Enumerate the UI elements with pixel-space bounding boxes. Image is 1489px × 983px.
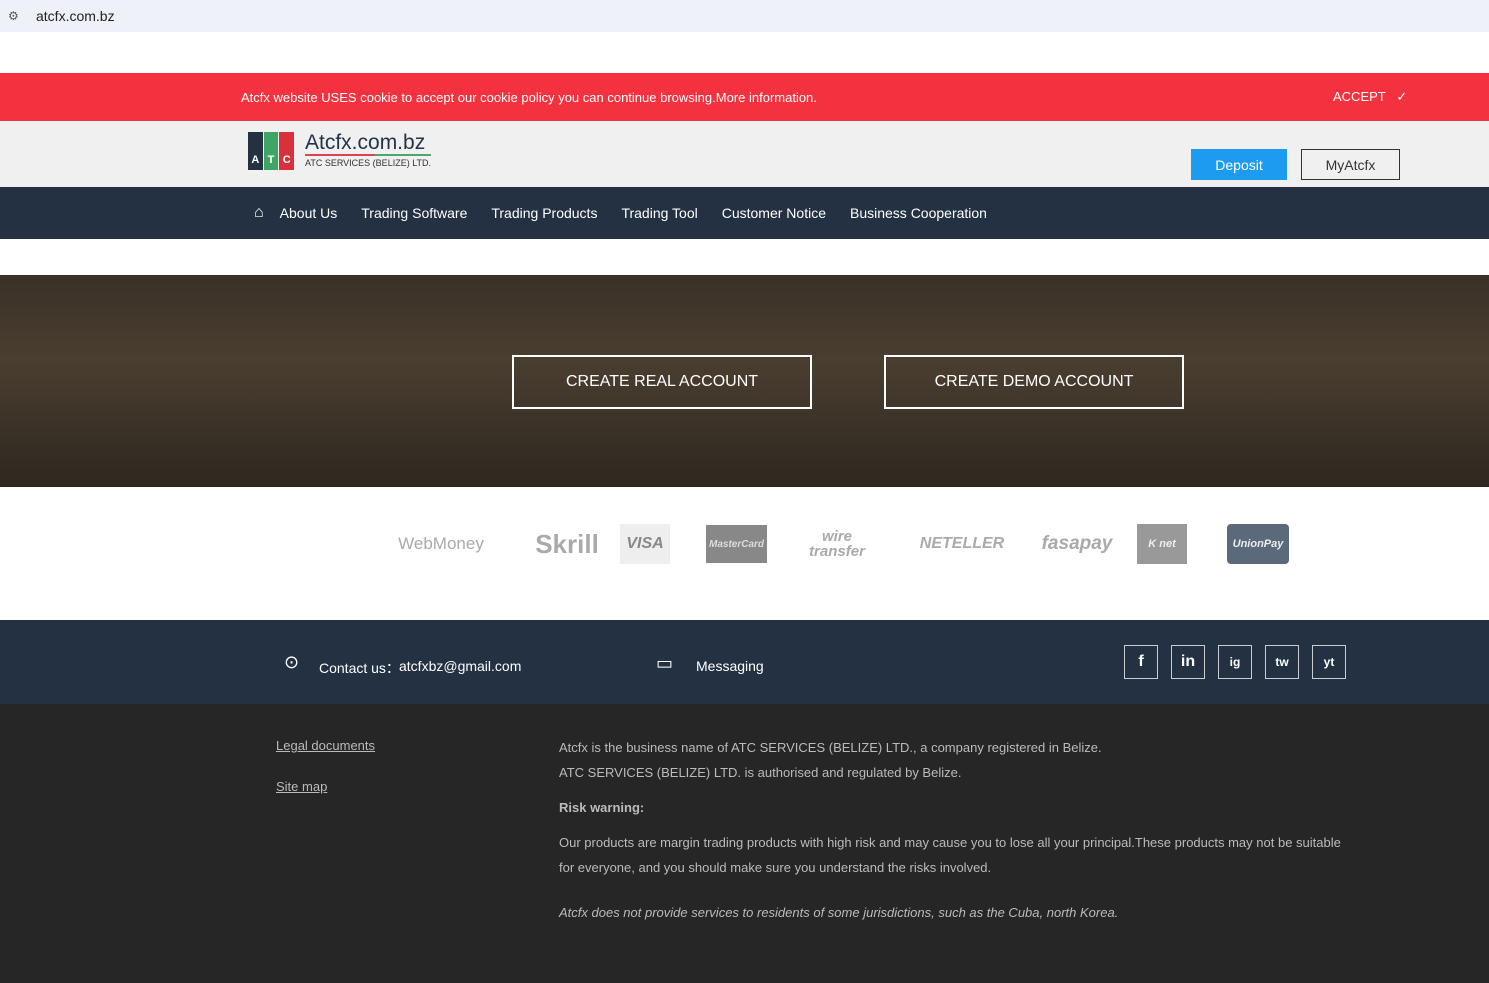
nav-trading-products[interactable]: Trading Products: [491, 205, 597, 221]
create-real-account-button[interactable]: CREATE REAL ACCOUNT: [512, 355, 812, 409]
deposit-button[interactable]: Deposit: [1191, 149, 1287, 180]
create-demo-account-button[interactable]: CREATE DEMO ACCOUNT: [884, 355, 1184, 409]
footer-regulation-line: ATC SERVICES (BELIZE) LTD. is authorised…: [559, 765, 962, 780]
legal-documents-link[interactable]: Legal documents: [276, 738, 375, 753]
twitter-icon[interactable]: tw: [1265, 645, 1299, 679]
facebook-icon[interactable]: f: [1124, 645, 1158, 679]
instagram-icon[interactable]: ig: [1218, 645, 1252, 679]
jurisdiction-notice: Atcfx does not provide services to resid…: [559, 905, 1119, 920]
contact-label: Contact us：: [319, 660, 400, 676]
site-settings-icon[interactable]: ⚙: [8, 9, 24, 23]
logo-letter: C: [279, 132, 295, 170]
payment-methods: WebMoney Skrill VISA MasterCard wire tra…: [368, 524, 1289, 564]
logo-mark: A T C: [248, 132, 295, 170]
knet-logo: K net: [1137, 524, 1187, 564]
messaging-link[interactable]: Messaging: [696, 658, 764, 674]
site-map-link[interactable]: Site map: [276, 779, 327, 794]
webmoney-logo: WebMoney: [398, 534, 484, 553]
logo[interactable]: A T C Atcfx.com.bz ATC SERVICES (BELIZE) …: [248, 132, 432, 170]
logo-letter: T: [263, 132, 279, 170]
footer-company-line: Atcfx is the business name of ATC SERVIC…: [559, 740, 1102, 755]
risk-warning-title: Risk warning:: [559, 800, 645, 815]
logo-subtitle: ATC SERVICES (BELIZE) LTD.: [305, 158, 432, 168]
logo-letter: A: [248, 132, 263, 170]
nav-about-us[interactable]: About Us: [280, 205, 338, 221]
location-pin-icon: ⊙: [284, 652, 300, 672]
chat-icon: ▭: [656, 653, 674, 673]
nav-trading-software[interactable]: Trading Software: [361, 205, 467, 221]
address-bar[interactable]: ⚙ atcfx.com.bz: [0, 0, 1489, 32]
nav-customer-notice[interactable]: Customer Notice: [722, 205, 826, 221]
nav-trading-tool[interactable]: Trading Tool: [621, 205, 697, 221]
accept-cookie-button[interactable]: ACCEPT ✓: [1333, 89, 1407, 105]
contact-email[interactable]: atcfxbz@gmail.com: [399, 658, 521, 674]
check-icon: ✓: [1396, 89, 1408, 104]
logo-title: Atcfx.com.bz: [305, 132, 432, 156]
skrill-logo: Skrill: [535, 528, 599, 559]
main-nav: ⌂ About Us Trading Software Trading Prod…: [0, 187, 1489, 239]
wire-transfer-logo: wire transfer: [809, 528, 865, 560]
header: A T C Atcfx.com.bz ATC SERVICES (BELIZE) …: [0, 121, 1489, 187]
youtube-icon[interactable]: yt: [1312, 645, 1346, 679]
risk-warning-text: Our products are margin trading products…: [559, 835, 1341, 875]
mastercard-logo: MasterCard: [706, 525, 767, 563]
linkedin-icon[interactable]: in: [1171, 645, 1205, 679]
unionpay-logo: UnionPay: [1227, 524, 1289, 564]
cookie-banner: Atcfx website USES cookie to accept our …: [0, 73, 1489, 121]
visa-logo: VISA: [620, 524, 670, 564]
home-icon[interactable]: ⌂: [254, 204, 264, 222]
neteller-logo: NETELLER: [919, 535, 1005, 552]
cookie-message[interactable]: Atcfx website USES cookie to accept our …: [241, 90, 817, 105]
url-text: atcfx.com.bz: [36, 8, 115, 24]
nav-business-cooperation[interactable]: Business Cooperation: [850, 205, 987, 221]
contact-bar: ⊙ Contact us： atcfxbz@gmail.com ▭ Messag…: [0, 620, 1489, 704]
footer: Legal documents Site map Atcfx is the bu…: [0, 704, 1489, 983]
myatcfx-button[interactable]: MyAtcfx: [1301, 149, 1400, 180]
hero-banner: CREATE REAL ACCOUNT CREATE DEMO ACCOUNT: [0, 275, 1489, 487]
accept-label: ACCEPT: [1333, 89, 1386, 104]
fasapay-logo: fasapay: [1041, 533, 1113, 554]
